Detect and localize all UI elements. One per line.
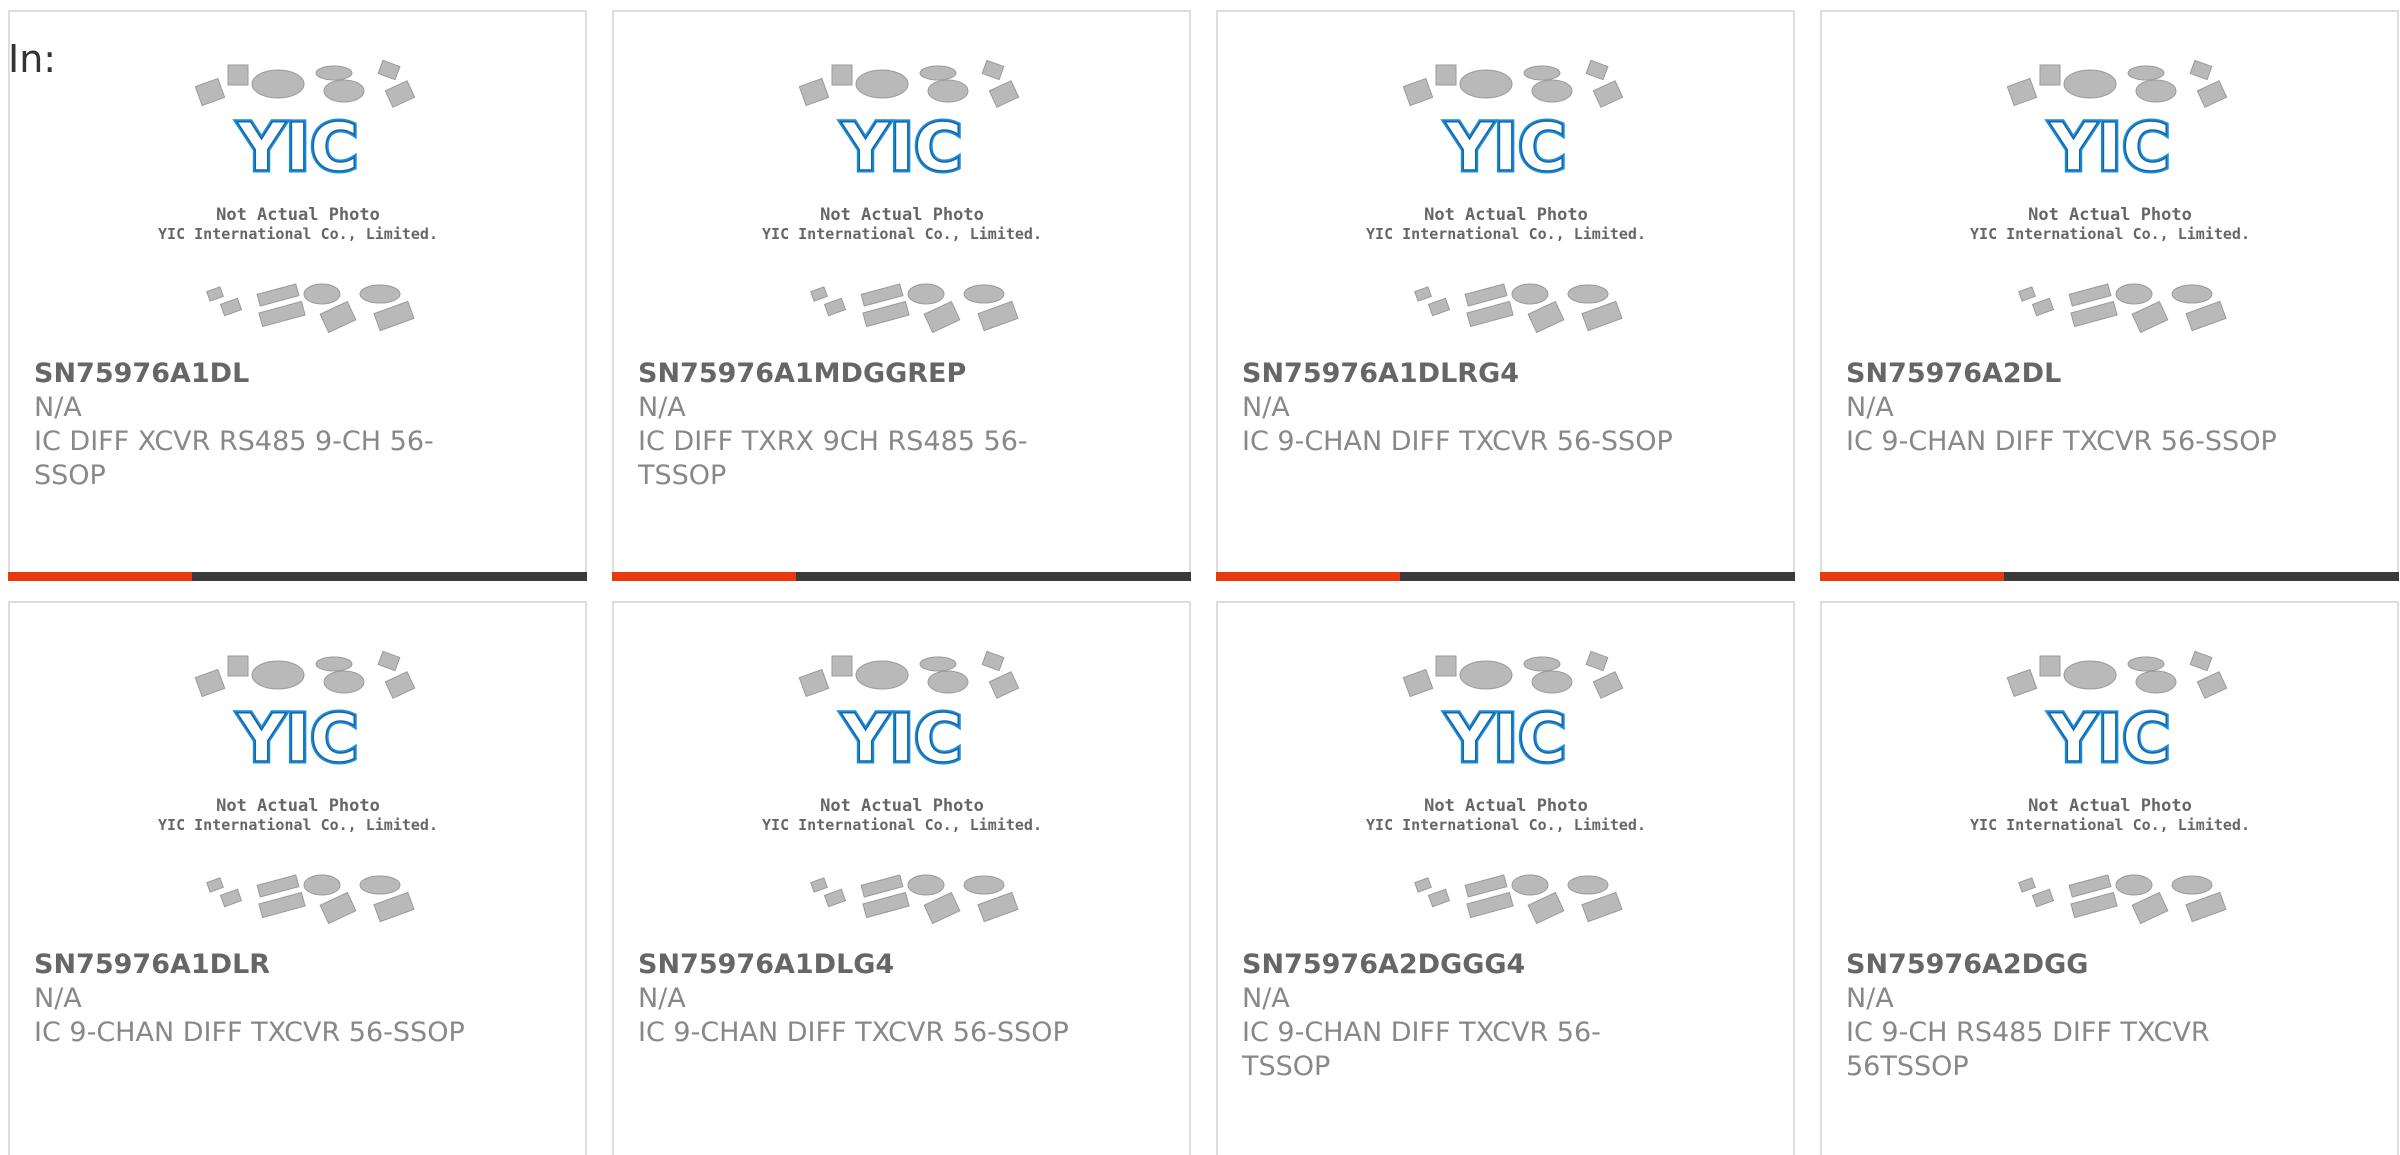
svg-text:YIC International Co., Limited: YIC International Co., Limited. xyxy=(158,816,438,834)
card-bottom-bar xyxy=(8,572,587,581)
svg-text:YIC: YIC xyxy=(2048,700,2170,777)
product-info: SN75976A2DGGG4 N/A IC 9-CHAN DIFF TXCVR … xyxy=(1242,948,1682,1084)
svg-text:YIC International Co., Limited: YIC International Co., Limited. xyxy=(1970,816,2250,834)
manufacturer-text: N/A xyxy=(1846,392,1894,423)
product-card[interactable]: YIC YIC Not Actual Photo YIC Internation… xyxy=(1216,10,1795,581)
product-info: SN75976A1DL N/A IC DIFF XCVR RS485 9-CH … xyxy=(34,357,474,493)
svg-text:YIC: YIC xyxy=(1444,109,1566,186)
svg-text:YIC International Co., Limited: YIC International Co., Limited. xyxy=(1366,225,1646,243)
card-accent-bar xyxy=(8,572,192,581)
chip-placeholder-icon: YIC YIC Not Actual Photo YIC Internation… xyxy=(762,59,1042,334)
description-text: IC 9-CHAN DIFF TXCVR 56-SSOP xyxy=(34,1017,465,1048)
part-number-link[interactable]: SN75976A2DL xyxy=(1846,357,2286,391)
svg-text:Not Actual Photo: Not Actual Photo xyxy=(216,205,380,225)
svg-text:Not Actual Photo: Not Actual Photo xyxy=(2028,205,2192,225)
description-text: IC DIFF XCVR RS485 9-CH 56-SSOP xyxy=(34,426,434,491)
product-card[interactable]: YIC YIC Not Actual Photo YIC Internation… xyxy=(1216,601,1795,1155)
description-text: IC 9-CHAN DIFF TXCVR 56-TSSOP xyxy=(1242,1017,1601,1082)
product-photo-placeholder[interactable]: YIC YIC Not Actual Photo YIC Internation… xyxy=(614,648,1189,948)
svg-text:Not Actual Photo: Not Actual Photo xyxy=(1424,205,1588,225)
part-number-link[interactable]: SN75976A1DL xyxy=(34,357,474,391)
manufacturer-text: N/A xyxy=(34,983,82,1014)
card-accent-bar xyxy=(1820,572,2004,581)
svg-text:YIC: YIC xyxy=(236,700,358,777)
product-card[interactable]: YIC YIC Not Actual Photo YIC Internation… xyxy=(8,10,587,581)
product-photo-placeholder[interactable]: YIC YIC Not Actual Photo YIC Internation… xyxy=(1218,57,1793,357)
product-info: SN75976A2DL N/A IC 9-CHAN DIFF TXCVR 56-… xyxy=(1846,357,2286,459)
card-bottom-bar xyxy=(612,572,1191,581)
manufacturer-text: N/A xyxy=(1846,983,1894,1014)
product-info: SN75976A1MDGGREP N/A IC DIFF TXRX 9CH RS… xyxy=(638,357,1078,493)
svg-text:Not Actual Photo: Not Actual Photo xyxy=(820,796,984,816)
product-card[interactable]: YIC YIC Not Actual Photo YIC Internation… xyxy=(612,601,1191,1155)
part-number-link[interactable]: SN75976A2DGGG4 xyxy=(1242,948,1682,982)
part-number-link[interactable]: SN75976A1MDGGREP xyxy=(638,357,1078,391)
manufacturer-text: N/A xyxy=(1242,983,1290,1014)
svg-text:YIC International Co., Limited: YIC International Co., Limited. xyxy=(762,225,1042,243)
card-bottom-bar xyxy=(1820,572,2399,581)
product-photo-placeholder[interactable]: YIC YIC Not Actual Photo YIC Internation… xyxy=(10,57,585,357)
product-photo-placeholder[interactable]: YIC YIC Not Actual Photo YIC Internation… xyxy=(10,648,585,948)
part-number-link[interactable]: SN75976A1DLG4 xyxy=(638,948,1078,982)
part-number-link[interactable]: SN75976A2DGG xyxy=(1846,948,2286,982)
manufacturer-text: N/A xyxy=(1242,392,1290,423)
product-photo-placeholder[interactable]: YIC YIC Not Actual Photo YIC Internation… xyxy=(1218,648,1793,948)
chip-placeholder-icon: YIC YIC Not Actual Photo YIC Internation… xyxy=(762,650,1042,925)
svg-text:Not Actual Photo: Not Actual Photo xyxy=(216,796,380,816)
description-text: IC 9-CHAN DIFF TXCVR 56-SSOP xyxy=(1242,426,1673,457)
product-info: SN75976A1DLG4 N/A IC 9-CHAN DIFF TXCVR 5… xyxy=(638,948,1078,1050)
chip-placeholder-icon: YIC YIC Not Actual Photo YIC Internation… xyxy=(158,59,438,334)
product-info: SN75976A1DLR N/A IC 9-CHAN DIFF TXCVR 56… xyxy=(34,948,474,1050)
product-card[interactable]: YIC YIC Not Actual Photo YIC Internation… xyxy=(1820,601,2399,1155)
manufacturer-text: N/A xyxy=(638,983,686,1014)
description-text: IC 9-CHAN DIFF TXCVR 56-SSOP xyxy=(638,1017,1069,1048)
manufacturer-text: N/A xyxy=(34,392,82,423)
card-accent-bar xyxy=(612,572,796,581)
svg-text:YIC International Co., Limited: YIC International Co., Limited. xyxy=(1366,816,1646,834)
chip-placeholder-icon: YIC YIC Not Actual Photo YIC Internation… xyxy=(1366,650,1646,925)
svg-text:YIC: YIC xyxy=(1444,700,1566,777)
description-text: IC DIFF TXRX 9CH RS485 56-TSSOP xyxy=(638,426,1028,491)
part-number-link[interactable]: SN75976A1DLR xyxy=(34,948,474,982)
svg-text:YIC International Co., Limited: YIC International Co., Limited. xyxy=(158,225,438,243)
svg-text:YIC International Co., Limited: YIC International Co., Limited. xyxy=(1970,225,2250,243)
svg-text:Not Actual Photo: Not Actual Photo xyxy=(2028,796,2192,816)
chip-placeholder-icon: YIC YIC Not Actual Photo YIC Internation… xyxy=(158,650,438,925)
product-info: SN75976A1DLRG4 N/A IC 9-CHAN DIFF TXCVR … xyxy=(1242,357,1682,459)
part-number-link[interactable]: SN75976A1DLRG4 xyxy=(1242,357,1682,391)
svg-text:Not Actual Photo: Not Actual Photo xyxy=(1424,796,1588,816)
product-card[interactable]: YIC YIC Not Actual Photo YIC Internation… xyxy=(1820,10,2399,581)
card-bottom-bar xyxy=(1216,572,1795,581)
product-photo-placeholder[interactable]: YIC YIC Not Actual Photo YIC Internation… xyxy=(614,57,1189,357)
product-photo-placeholder[interactable]: YIC YIC Not Actual Photo YIC Internation… xyxy=(1822,57,2397,357)
description-text: IC 9-CH RS485 DIFF TXCVR 56TSSOP xyxy=(1846,1017,2210,1082)
chip-placeholder-icon: YIC YIC Not Actual Photo YIC Internation… xyxy=(1970,59,2250,334)
product-grid: YIC YIC Not Actual Photo YIC Internation… xyxy=(8,10,2400,1155)
chip-placeholder-icon: YIC YIC Not Actual Photo YIC Internation… xyxy=(1366,59,1646,334)
chip-placeholder-icon: YIC YIC Not Actual Photo YIC Internation… xyxy=(1970,650,2250,925)
svg-text:YIC International Co., Limited: YIC International Co., Limited. xyxy=(762,816,1042,834)
product-info: SN75976A2DGG N/A IC 9-CH RS485 DIFF TXCV… xyxy=(1846,948,2286,1084)
description-text: IC 9-CHAN DIFF TXCVR 56-SSOP xyxy=(1846,426,2277,457)
card-accent-bar xyxy=(1216,572,1400,581)
product-photo-placeholder[interactable]: YIC YIC Not Actual Photo YIC Internation… xyxy=(1822,648,2397,948)
svg-text:YIC: YIC xyxy=(2048,109,2170,186)
svg-text:YIC: YIC xyxy=(840,700,962,777)
svg-text:Not Actual Photo: Not Actual Photo xyxy=(820,205,984,225)
svg-text:YIC: YIC xyxy=(840,109,962,186)
product-card[interactable]: YIC YIC Not Actual Photo YIC Internation… xyxy=(612,10,1191,581)
product-card[interactable]: YIC YIC Not Actual Photo YIC Internation… xyxy=(8,601,587,1155)
manufacturer-text: N/A xyxy=(638,392,686,423)
filter-label: In: xyxy=(8,37,57,81)
svg-text:YIC: YIC xyxy=(236,109,358,186)
